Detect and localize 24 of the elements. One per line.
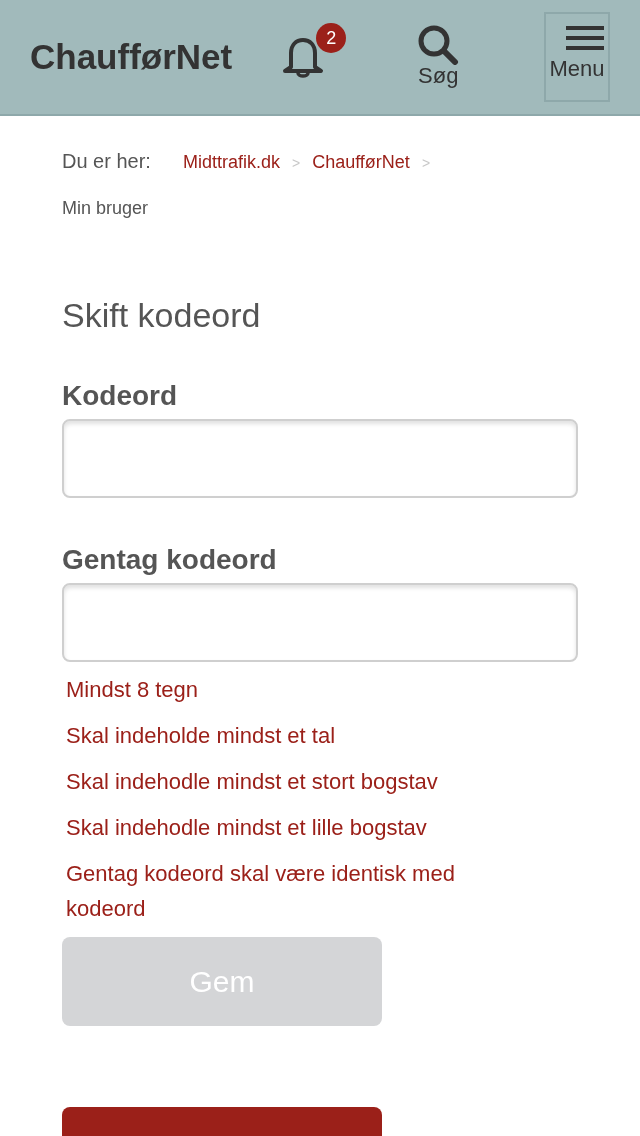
validation-message: Skal indeholde mindst et tal [66,722,337,750]
search-button[interactable]: Søg [408,25,469,89]
menu-button[interactable]: Menu [544,12,610,102]
validation-message: Mindst 8 tegn [66,676,200,704]
breadcrumb-label: Du er her: [62,149,151,174]
notification-badge: 2 [316,23,347,53]
validation-message: Skal indehodle mindst et lille bogstav [66,814,428,842]
bell-icon [282,35,325,79]
field-label: Kodeord [62,379,179,413]
password-field[interactable] [62,583,578,662]
field-label: Gentag kodeord [62,543,278,577]
site-logo[interactable]: ChaufførNet [30,37,233,77]
breadcrumb-link[interactable]: ChaufførNet [312,147,410,177]
breadcrumb-link[interactable]: Midttrafik.dk [182,147,280,177]
page-title: Skift kodeord [62,295,262,335]
password-field[interactable] [62,419,578,498]
search-icon [417,25,460,65]
action-button[interactable] [62,1107,382,1136]
menu-icon [566,26,604,50]
breadcrumb-separator: > [421,154,431,173]
breadcrumb-current: Min bruger [62,197,150,220]
breadcrumb-separator: > [291,154,301,173]
validation-message: Gentag kodeord skal være identisk med kodeord [66,860,456,923]
validation-message: Skal indehodle mindst et stort bogstav [66,768,439,796]
